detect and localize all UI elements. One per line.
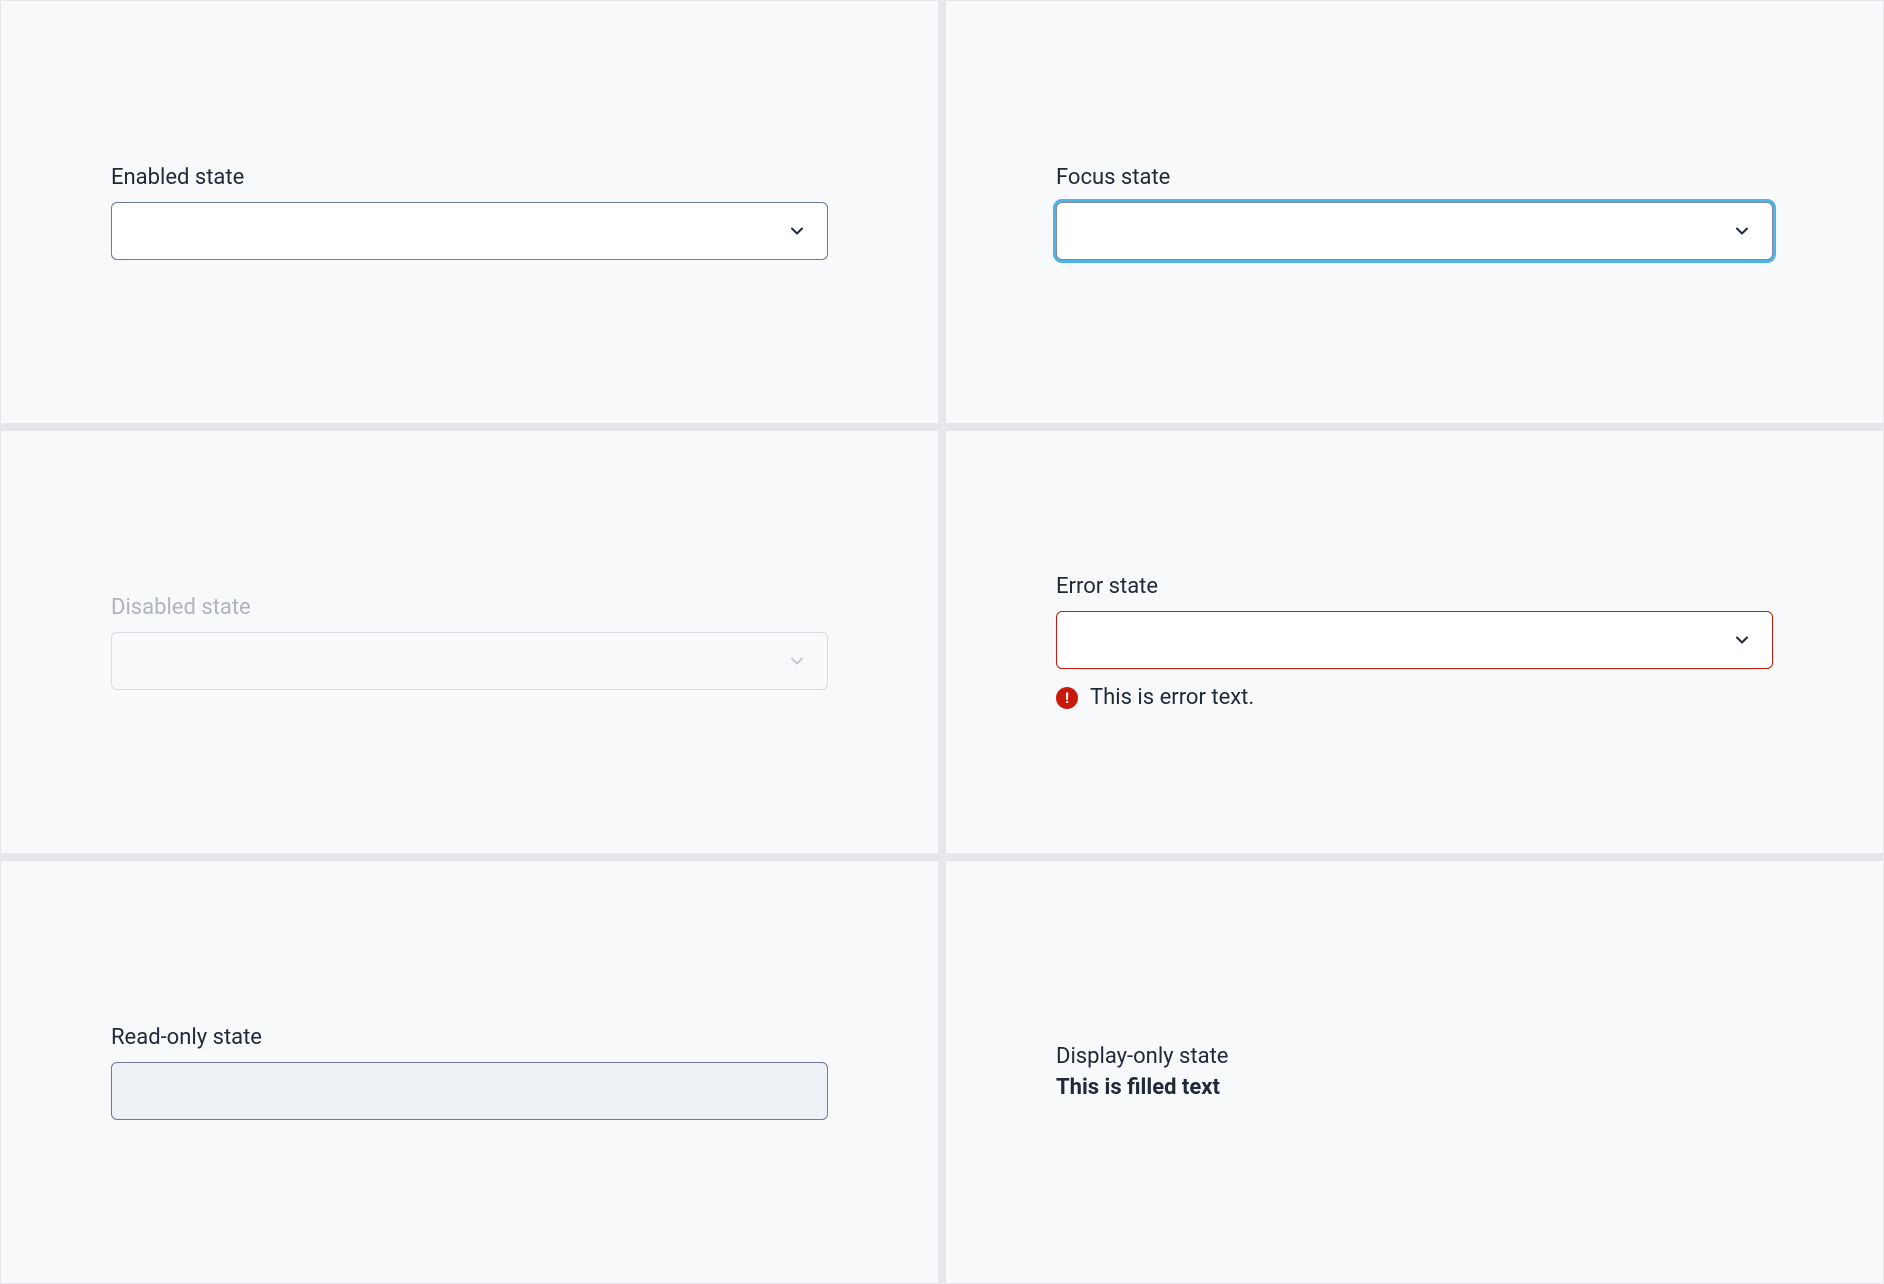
enabled-select-wrap (111, 202, 828, 260)
cell-readonly: Read-only state (0, 860, 939, 1284)
readonly-select (111, 1062, 828, 1120)
chevron-down-icon (1734, 632, 1750, 648)
chevron-down-icon (1734, 223, 1750, 239)
disabled-label: Disabled state (111, 595, 828, 620)
error-select[interactable] (1056, 611, 1773, 669)
error-message: This is error text. (1090, 685, 1254, 710)
error-icon: ! (1056, 687, 1078, 709)
cell-disabled: Disabled state (0, 430, 939, 854)
focus-select-wrap (1056, 202, 1773, 260)
cell-displayonly: Display-only state This is filled text (945, 860, 1884, 1284)
cell-enabled: Enabled state (0, 0, 939, 424)
chevron-down-icon (789, 653, 805, 669)
enabled-select[interactable] (111, 202, 828, 260)
cell-error: Error state ! This is error text. (945, 430, 1884, 854)
error-select-wrap: ! This is error text. (1056, 611, 1773, 710)
enabled-label: Enabled state (111, 165, 828, 190)
focus-label: Focus state (1056, 165, 1773, 190)
readonly-select-wrap (111, 1062, 828, 1120)
chevron-down-icon (789, 223, 805, 239)
states-grid: Enabled state Focus state Disabled state (0, 0, 1884, 1284)
readonly-label: Read-only state (111, 1025, 828, 1050)
displayonly-value: This is filled text (1056, 1075, 1773, 1100)
focus-select[interactable] (1056, 202, 1773, 260)
error-label: Error state (1056, 574, 1773, 599)
disabled-select (111, 632, 828, 690)
disabled-select-wrap (111, 632, 828, 690)
cell-focus: Focus state (945, 0, 1884, 424)
displayonly-label: Display-only state (1056, 1044, 1773, 1069)
error-message-row: ! This is error text. (1056, 685, 1773, 710)
